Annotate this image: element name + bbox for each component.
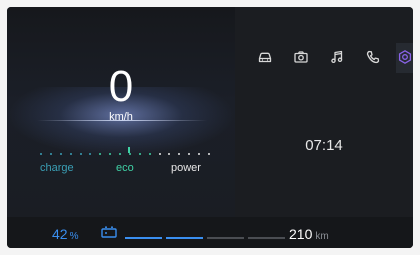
battery-value: 42 [52, 226, 68, 242]
power-gauge-dot [89, 153, 91, 155]
camera-icon [294, 51, 308, 63]
power-gauge-dot [60, 153, 62, 155]
nav-settings-button[interactable] [396, 48, 413, 66]
dashboard-screen: 0 km/h charge eco power 07:14 42 % 210 k… [7, 7, 413, 248]
power-gauge-dot [129, 153, 131, 155]
nav-camera-button[interactable] [292, 48, 310, 66]
power-gauge-dot [178, 153, 180, 155]
music-icon [331, 50, 343, 64]
status-bar: 42% 210 km [7, 217, 413, 248]
battery-icon [101, 226, 117, 238]
nav-phone-button[interactable] [364, 48, 382, 66]
power-gauge-dot [40, 153, 42, 155]
mode-label-charge: charge [40, 162, 74, 174]
car-icon [258, 52, 272, 63]
battery-unit: % [69, 231, 79, 242]
power-gauge-dot [70, 153, 72, 155]
power-gauge-dot [80, 153, 82, 155]
battery-percentage: 42% [52, 226, 78, 242]
phone-icon [366, 50, 380, 64]
infotainment-panel: 07:14 [235, 7, 413, 248]
range-value: 210 [289, 226, 313, 242]
battery-level-segment [166, 237, 203, 239]
mode-label-power: power [171, 162, 201, 174]
speed-value: 0 [108, 62, 134, 111]
power-gauge-dot [119, 153, 121, 155]
power-gauge-dot [198, 153, 200, 155]
power-gauge-dot [208, 153, 210, 155]
range-unit: km [315, 231, 329, 242]
battery-level-bar [125, 237, 285, 239]
power-gauge-dot [139, 153, 141, 155]
power-gauge-dot [168, 153, 170, 155]
power-gauge-dot [159, 153, 161, 155]
power-gauge-dot [149, 153, 151, 155]
cluster-panel: 0 km/h charge eco power [7, 7, 235, 217]
speed-unit: km/h [109, 111, 133, 123]
power-gauge-dot [188, 153, 190, 155]
range-readout: 210 km [289, 226, 329, 242]
battery-level-segment [125, 237, 162, 239]
power-gauge [40, 147, 210, 159]
battery-level-segment [248, 237, 285, 239]
settings-icon [398, 50, 412, 64]
nav-car-button[interactable] [256, 48, 274, 66]
power-gauge-dot [50, 153, 52, 155]
mode-label-eco: eco [116, 162, 134, 174]
battery-level-segment [207, 237, 244, 239]
power-gauge-dot [99, 153, 101, 155]
nav-music-button[interactable] [328, 48, 346, 66]
power-gauge-dot [109, 153, 111, 155]
clock-time: 07:14 [305, 137, 343, 154]
